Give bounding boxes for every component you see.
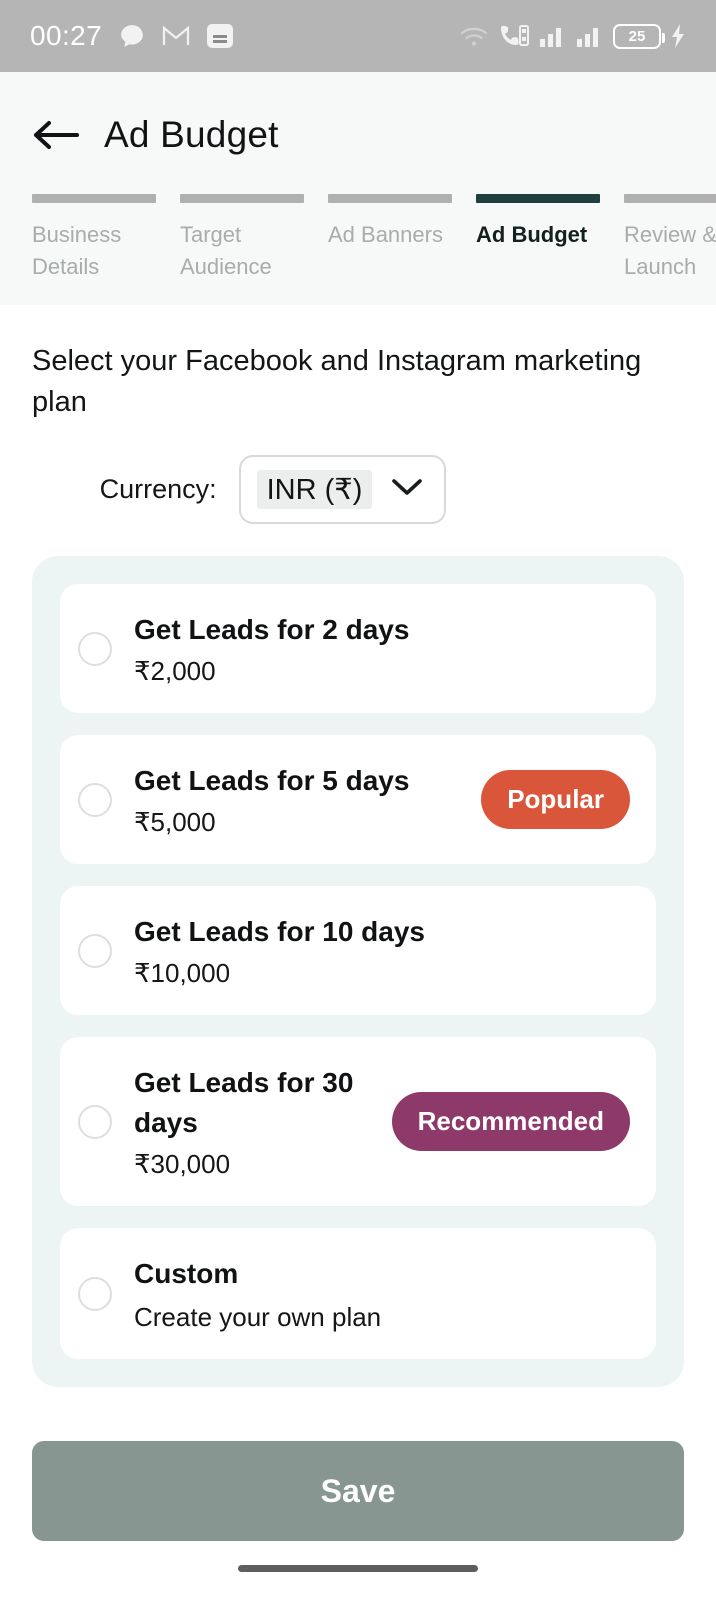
battery-percent-label: 25 (629, 28, 646, 45)
plan-radio[interactable] (78, 934, 112, 968)
status-bar-right: 25 (459, 23, 686, 49)
vowifi-call-icon (498, 23, 530, 49)
step-label: Ad Budget (476, 219, 600, 251)
chat-bubble-icon (119, 23, 145, 49)
plan-card-2-days[interactable]: Get Leads for 2 days ₹2,000 (60, 584, 656, 713)
home-indicator (238, 1565, 478, 1572)
plan-badge-popular: Popular (481, 770, 630, 829)
charging-bolt-icon (670, 23, 686, 49)
stepper-item-ad-banners[interactable]: Ad Banners (328, 194, 452, 283)
stepper-item-ad-budget[interactable]: Ad Budget (476, 194, 600, 283)
plan-subtitle: Create your own plan (134, 1302, 630, 1333)
currency-selected-value: INR (₹) (257, 470, 373, 509)
step-progress-bar (180, 194, 304, 203)
signal-bars-icon-1 (539, 25, 567, 47)
plan-price: ₹2,000 (134, 656, 630, 687)
plan-price: ₹5,000 (134, 807, 459, 838)
plan-radio[interactable] (78, 1105, 112, 1139)
plan-price: ₹10,000 (134, 958, 630, 989)
plan-title: Get Leads for 30 days (134, 1063, 370, 1143)
battery-icon: 25 (613, 24, 661, 49)
plan-card-30-days[interactable]: Get Leads for 30 days ₹30,000 Recommende… (60, 1037, 656, 1206)
currency-label: Currency: (100, 474, 217, 505)
plan-card-custom[interactable]: Custom Create your own plan (60, 1228, 656, 1359)
step-label: Review & Launch (624, 219, 716, 283)
currency-select[interactable]: INR (₹) (239, 455, 447, 524)
footer-actions: Save (0, 1387, 716, 1541)
step-label: Target Audience (180, 219, 304, 283)
step-progress-bar (476, 194, 600, 203)
plan-radio[interactable] (78, 783, 112, 817)
app-screen: 00:27 (0, 0, 716, 1600)
step-progress-bar (624, 194, 716, 203)
stepper-wrapper: Business Details Target Audience Ad Bann… (0, 156, 716, 305)
plan-radio[interactable] (78, 632, 112, 666)
save-button[interactable]: Save (32, 1441, 684, 1541)
status-bar: 00:27 (0, 0, 716, 72)
step-progress-bar (32, 194, 156, 203)
back-arrow-icon[interactable] (32, 118, 80, 152)
step-label: Business Details (32, 219, 156, 283)
plan-title: Get Leads for 2 days (134, 610, 630, 650)
plan-card-10-days[interactable]: Get Leads for 10 days ₹10,000 (60, 886, 656, 1015)
plan-title: Get Leads for 10 days (134, 912, 630, 952)
header-row: Ad Budget (0, 114, 716, 156)
stepper-item-target-audience[interactable]: Target Audience (180, 194, 304, 283)
stepper: Business Details Target Audience Ad Bann… (0, 156, 716, 283)
plan-info: Get Leads for 2 days ₹2,000 (134, 610, 630, 687)
plan-radio[interactable] (78, 1277, 112, 1311)
page-header: Ad Budget Business Details Target Audien… (0, 72, 716, 305)
signal-bars-icon-2 (576, 25, 604, 47)
plan-title: Get Leads for 5 days (134, 761, 459, 801)
plan-info: Get Leads for 30 days ₹30,000 (134, 1063, 370, 1180)
page-title: Ad Budget (104, 114, 279, 156)
gmail-icon (162, 25, 190, 47)
plan-info: Get Leads for 5 days ₹5,000 (134, 761, 459, 838)
plans-panel: Get Leads for 2 days ₹2,000 Get Leads fo… (32, 556, 684, 1387)
plan-info: Custom Create your own plan (134, 1254, 630, 1333)
plan-badge-recommended: Recommended (392, 1092, 630, 1151)
section-heading: Select your Facebook and Instagram marke… (32, 341, 672, 423)
wifi-icon (459, 24, 489, 48)
plan-price: ₹30,000 (134, 1149, 370, 1180)
status-bar-clock: 00:27 (30, 20, 102, 52)
chevron-down-icon (390, 476, 424, 503)
status-bar-left: 00:27 (30, 20, 233, 52)
stepper-item-review-launch[interactable]: Review & Launch (624, 194, 716, 283)
step-progress-bar (328, 194, 452, 203)
step-label: Ad Banners (328, 219, 452, 251)
stepper-item-business-details[interactable]: Business Details (32, 194, 156, 283)
plan-info: Get Leads for 10 days ₹10,000 (134, 912, 630, 989)
notification-icon (207, 24, 233, 48)
currency-row: Currency: INR (₹) (32, 455, 684, 524)
plan-title: Custom (134, 1254, 630, 1294)
plan-card-5-days[interactable]: Get Leads for 5 days ₹5,000 Popular (60, 735, 656, 864)
main-content: Select your Facebook and Instagram marke… (0, 341, 716, 1387)
